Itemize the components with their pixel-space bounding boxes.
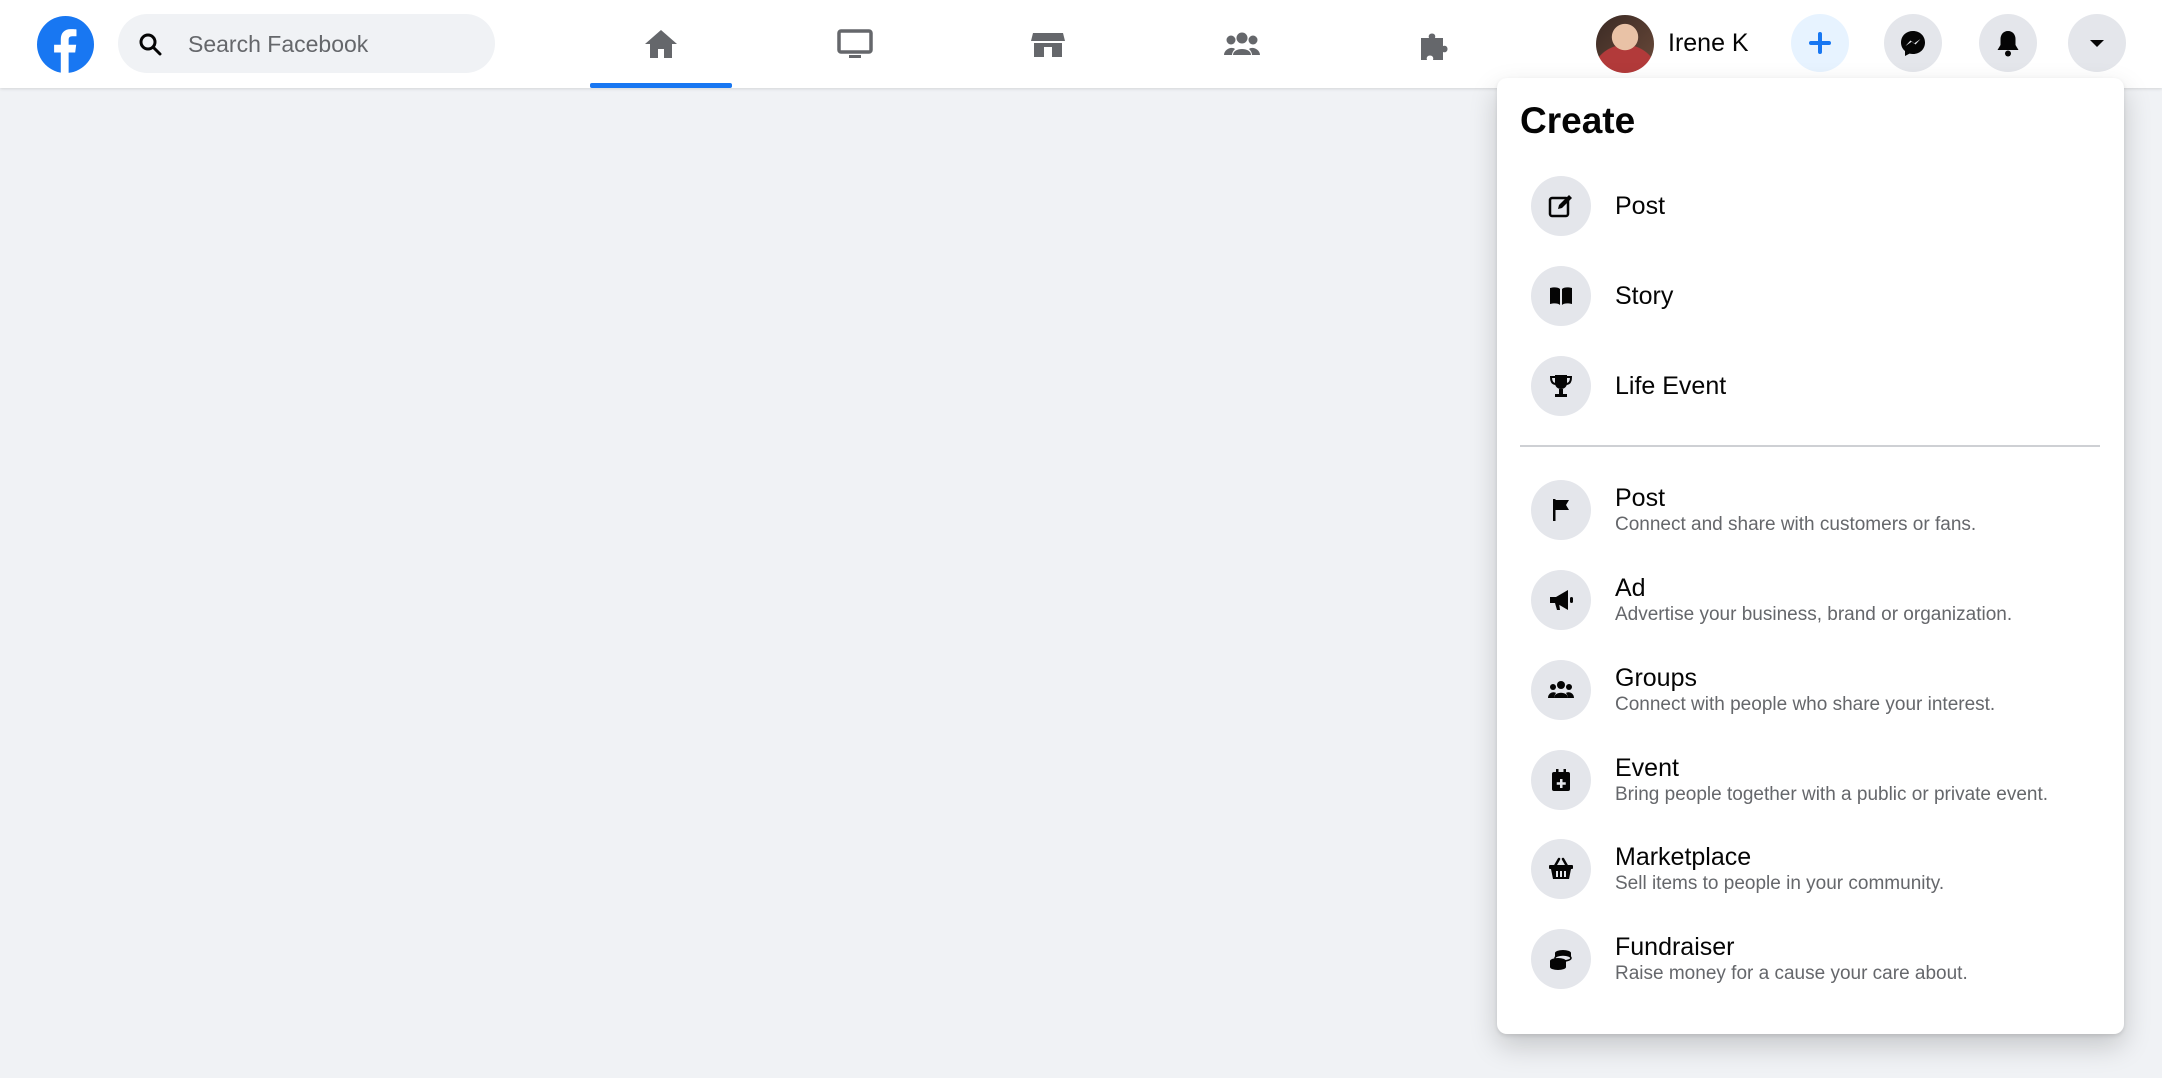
create-page-post-item[interactable]: Post Connect and share with customers or… <box>1508 470 2113 550</box>
menu-item-label: Life Event <box>1615 372 1727 400</box>
menu-item-description: Sell items to people in your community. <box>1615 873 1945 894</box>
calendar-plus-icon <box>1531 750 1591 810</box>
caret-down-icon <box>2090 40 2104 47</box>
create-story-item[interactable]: Story <box>1508 256 2113 336</box>
messenger-button[interactable] <box>1884 14 1942 72</box>
menu-item-description: Raise money for a cause your care about. <box>1615 963 1968 984</box>
menu-item-label: Event <box>1615 754 1679 782</box>
people-icon <box>1531 660 1591 720</box>
profile-button[interactable]: Irene K <box>1596 14 1749 73</box>
puzzle-icon <box>1421 33 1448 60</box>
menu-item-description: Connect with people who share your inter… <box>1615 694 1996 715</box>
tab-marketplace[interactable] <box>977 0 1119 88</box>
create-menu: Create Post Story Life Event Post Connec… <box>1497 78 2124 1034</box>
create-life-event-item[interactable]: Life Event <box>1508 346 2113 426</box>
menu-item-label: Fundraiser <box>1615 933 1735 961</box>
search-icon <box>139 33 162 56</box>
menu-item-description: Advertise your business, brand or organi… <box>1615 604 2013 625</box>
home-icon <box>645 30 677 58</box>
bell-icon <box>1997 31 2019 57</box>
create-ad-item[interactable]: Ad Advertise your business, brand or org… <box>1508 560 2113 640</box>
store-icon <box>1031 33 1065 57</box>
create-marketplace-item[interactable]: Marketplace Sell items to people in your… <box>1508 829 2113 909</box>
menu-item-label: Ad <box>1615 574 1646 602</box>
facebook-logo-icon[interactable] <box>37 16 94 73</box>
create-button[interactable] <box>1791 14 1849 72</box>
avatar <box>1596 14 1654 73</box>
create-event-item[interactable]: Event Bring people together with a publi… <box>1508 740 2113 820</box>
tab-watch[interactable] <box>784 0 926 88</box>
menu-divider <box>1520 445 2100 447</box>
basket-icon <box>1531 839 1591 899</box>
monitor-icon <box>837 29 873 58</box>
profile-name: Irene K <box>1668 29 1749 57</box>
tab-home[interactable] <box>590 0 732 88</box>
search-input[interactable] <box>186 14 480 75</box>
people-icon <box>1224 32 1260 55</box>
flag-icon <box>1531 480 1591 540</box>
menu-item-label: Post <box>1615 484 1666 512</box>
plus-icon <box>1809 32 1831 54</box>
tab-groups[interactable] <box>1171 0 1313 88</box>
megaphone-icon <box>1531 570 1591 630</box>
trophy-icon <box>1531 356 1591 416</box>
create-group-item[interactable]: Groups Connect with people who share you… <box>1508 650 2113 730</box>
create-menu-title: Create <box>1520 100 1636 141</box>
messenger-icon <box>1901 31 1925 56</box>
create-fundraiser-item[interactable]: Fundraiser Raise money for a cause your … <box>1508 919 2113 999</box>
tab-gaming[interactable] <box>1364 0 1506 88</box>
menu-item-label: Story <box>1615 282 1674 310</box>
top-navigation-bar: Irene K <box>0 0 2162 88</box>
account-menu-button[interactable] <box>2068 14 2126 72</box>
edit-icon <box>1531 176 1591 236</box>
create-post-item[interactable]: Post <box>1508 166 2113 246</box>
menu-item-label: Marketplace <box>1615 843 1752 871</box>
menu-item-label: Groups <box>1615 664 1697 692</box>
search-box[interactable] <box>118 14 495 75</box>
menu-item-description: Connect and share with customers or fans… <box>1615 514 1977 535</box>
coins-icon <box>1531 929 1591 989</box>
menu-item-description: Bring people together with a public or p… <box>1615 784 2049 805</box>
menu-item-label: Post <box>1615 192 1666 220</box>
notifications-button[interactable] <box>1979 14 2037 72</box>
book-icon <box>1531 266 1591 326</box>
